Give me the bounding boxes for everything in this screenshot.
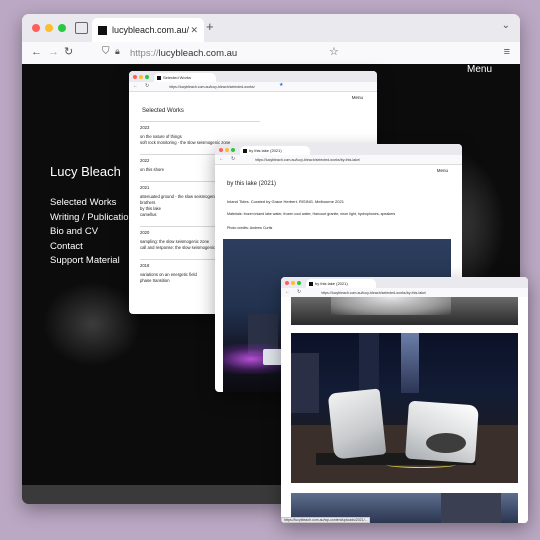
works-tab-title: Selected Works: [163, 75, 191, 80]
main-tab[interactable]: lucybleach.com.au/ ✕: [92, 18, 204, 42]
photo-yellow-cable: [386, 461, 456, 468]
photo-building: [291, 353, 319, 413]
main-toolbar: ← → ↻ ⛉ 🔒︎ https://lucybleach.com.au ☆ ≡: [22, 42, 520, 65]
lake-minimize-button[interactable]: [225, 148, 229, 152]
site-nav: Selected Works Writing / Publications Bi…: [50, 196, 139, 269]
site-title[interactable]: Lucy Bleach: [50, 164, 121, 179]
photo-close-button[interactable]: [285, 281, 289, 285]
lake-close-button[interactable]: [219, 148, 223, 152]
photo-top-crop[interactable]: [291, 297, 518, 325]
works-zoom-button[interactable]: [145, 75, 149, 79]
lake-url: https://lucybleach.com.au/lucy-bleach/se…: [255, 157, 361, 162]
lake-zoom-button[interactable]: [231, 148, 235, 152]
new-tab-plus-icon[interactable]: +: [206, 20, 214, 33]
photo-browser-window: by this lake (2021) ← ↻ https://lucyblea…: [281, 277, 528, 523]
works-menu-link[interactable]: Menu: [352, 95, 363, 100]
photo-page: https://lucybleach.com.au/wp-content/upl…: [281, 297, 528, 523]
lake-menu-link[interactable]: Menu: [437, 168, 448, 173]
main-tab-title: lucybleach.com.au/: [112, 25, 190, 35]
photo-reload-icon[interactable]: ↻: [297, 290, 301, 295]
lake-line-photo-credits: Photo credits: Andrew Curtis: [227, 226, 273, 230]
shield-icon: ⛉: [102, 46, 110, 57]
nav-bio-and-cv[interactable]: Bio and CV: [50, 225, 139, 240]
lake-favicon: [243, 148, 247, 153]
photo-window-controls: [285, 281, 301, 285]
works-favicon: [157, 75, 161, 80]
reload-icon[interactable]: ↻: [64, 47, 73, 58]
photo-favicon: [309, 281, 313, 286]
photo-zoom-button[interactable]: [297, 281, 301, 285]
lake-reload-icon[interactable]: ↻: [231, 157, 235, 162]
lake-tab[interactable]: by this lake (2021): [240, 146, 310, 155]
sidebar-icon[interactable]: [75, 22, 88, 34]
photo-granite-rock: [426, 433, 466, 453]
photo-status-url: https://lucybleach.com.au/wp-content/upl…: [284, 518, 368, 522]
works-close-button[interactable]: [133, 75, 137, 79]
site-favicon: [98, 25, 107, 35]
close-window-button[interactable]: [32, 24, 40, 32]
photo-tab-title: by this lake (2021): [315, 281, 348, 286]
works-reload-icon[interactable]: ↻: [145, 84, 149, 89]
works-tab-bar: Selected Works: [129, 71, 377, 82]
photo-minimize-button[interactable]: [291, 281, 295, 285]
lake-address-bar[interactable]: https://lucybleach.com.au/lucy-bleach/se…: [255, 156, 395, 163]
lake-photo-ice-block: [263, 349, 283, 365]
lake-heading: by this lake (2021): [227, 181, 277, 187]
minimize-window-button[interactable]: [45, 24, 53, 32]
photo-url: https://lucybleach.com.au/lucy-bleach/se…: [321, 290, 427, 295]
lake-tab-title: by this lake (2021): [249, 148, 282, 153]
photo-top-ice: [331, 297, 451, 315]
photo-bottom-building: [441, 493, 501, 523]
works-tab[interactable]: Selected Works: [154, 73, 216, 82]
lake-line-curated: Inland Tides. Curated by Grace Herbert. …: [227, 199, 344, 204]
url-scheme: https://: [130, 47, 159, 59]
ice-sculpture-night-photo[interactable]: [291, 333, 518, 483]
star-icon[interactable]: ☆: [329, 47, 339, 58]
works-back-icon[interactable]: ←: [133, 84, 138, 89]
main-tab-bar: lucybleach.com.au/ ✕ + ⌄: [22, 14, 520, 42]
works-url: https://lucybleach.com.au/lucy-bleach/se…: [169, 84, 255, 89]
lock-icon: 🔒︎: [115, 46, 120, 56]
nav-writing-publications[interactable]: Writing / Publications: [50, 211, 139, 226]
divider: [140, 121, 260, 122]
lake-back-icon[interactable]: ←: [219, 157, 224, 162]
zoom-window-button[interactable]: [58, 24, 66, 32]
url-host: lucybleach.com.au: [158, 47, 238, 59]
works-window-controls: [133, 75, 149, 79]
back-arrow-icon[interactable]: ←: [31, 47, 42, 58]
main-address-bar[interactable]: https://lucybleach.com.au: [126, 45, 349, 61]
photo-address-bar[interactable]: https://lucybleach.com.au/lucy-bleach/se…: [321, 289, 461, 296]
close-icon[interactable]: ✕: [190, 25, 198, 35]
works-heading: Selected Works: [142, 108, 184, 114]
photo-tab[interactable]: by this lake (2021): [306, 279, 376, 288]
photo-back-icon[interactable]: ←: [285, 290, 290, 295]
lake-window-controls: [219, 148, 235, 152]
hamburger-menu-icon[interactable]: ≡: [504, 47, 510, 58]
window-controls: [32, 24, 66, 32]
site-menu-link[interactable]: Menu: [467, 64, 492, 75]
nav-support-material[interactable]: Support Material: [50, 254, 139, 269]
photo-ice-block-right: [405, 400, 479, 464]
year-2023: 2023: [140, 125, 150, 130]
photo-status-tooltip: https://lucybleach.com.au/wp-content/upl…: [281, 517, 371, 523]
photo-tab-bar: by this lake (2021): [281, 277, 528, 288]
photo-building: [401, 333, 419, 393]
chevron-down-icon[interactable]: ⌄: [502, 21, 510, 31]
works-star-icon[interactable]: ★: [279, 83, 283, 88]
lake-tab-bar: by this lake (2021): [215, 144, 462, 155]
photo-ice-block-left: [327, 388, 387, 460]
works-minimize-button[interactable]: [139, 75, 143, 79]
lake-line-materials: Materials: frozen inland lake water, fro…: [227, 212, 396, 216]
forward-arrow-icon[interactable]: →: [48, 47, 59, 58]
nav-selected-works[interactable]: Selected Works: [50, 196, 139, 211]
nav-contact[interactable]: Contact: [50, 240, 139, 255]
